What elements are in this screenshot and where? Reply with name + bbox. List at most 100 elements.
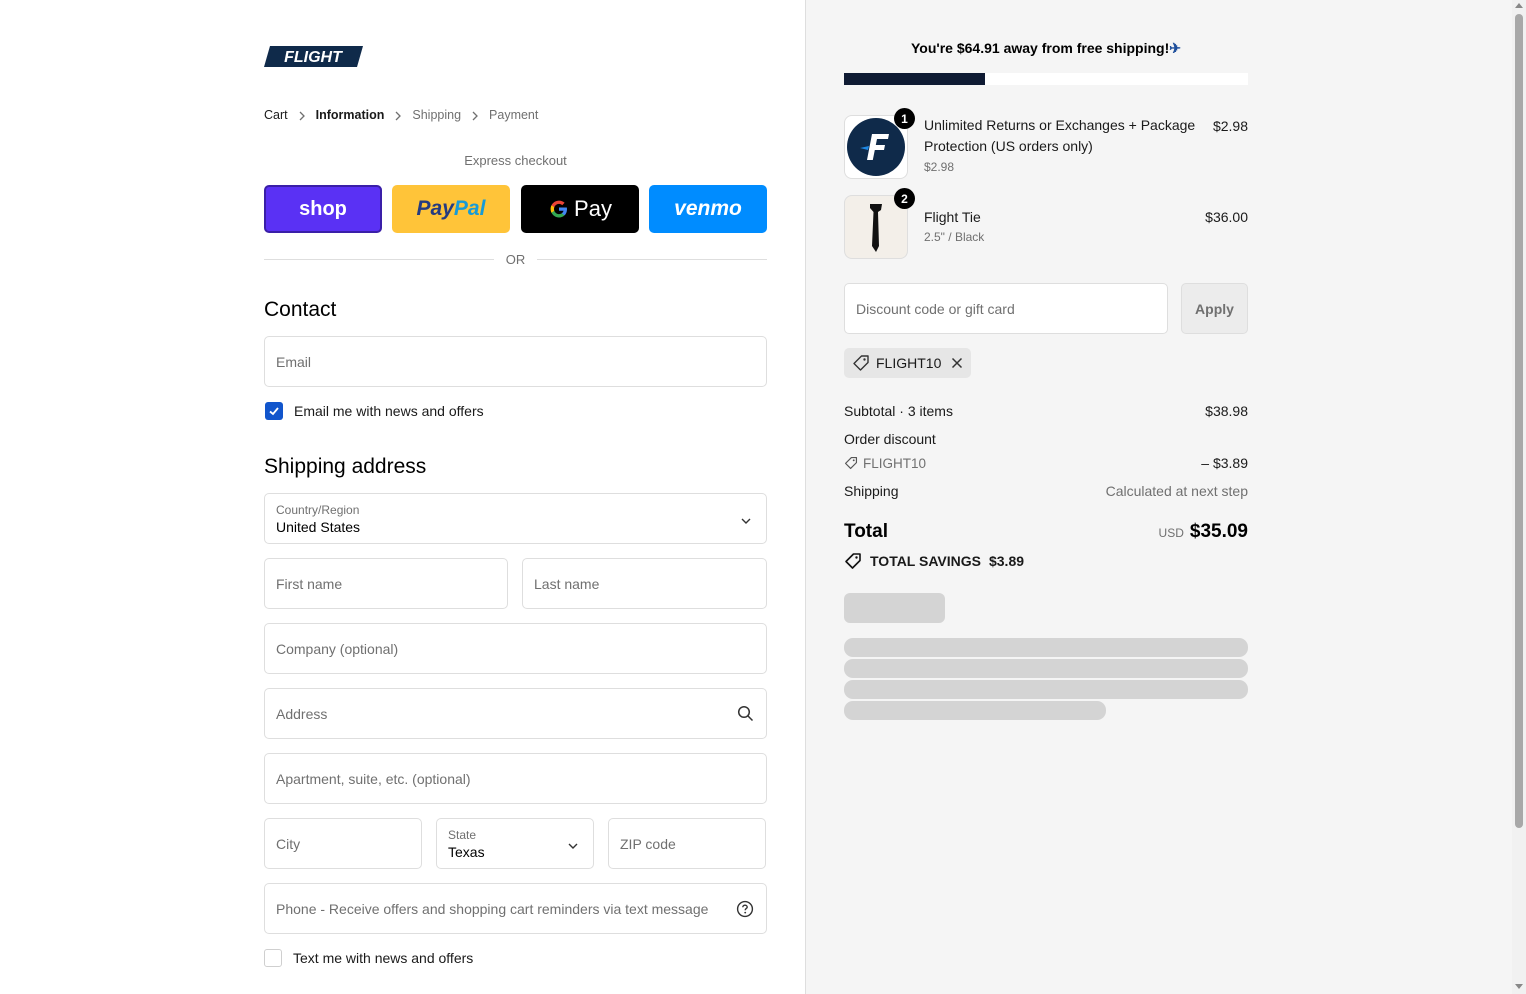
google-pay-label: Pay [574,196,612,221]
apply-discount-button[interactable]: Apply [1181,283,1248,334]
or-label: OR [505,252,526,267]
email-news-label: Email me with news and offers [294,403,484,419]
shipping-address-heading: Shipping address [264,455,427,478]
email-news-checkbox[interactable]: Email me with news and offers [265,402,484,420]
line-item: 2 Flight Tie 2.5" / Black $36.00 [844,188,1248,259]
email-field[interactable]: Email [264,336,767,387]
applied-code-label: FLIGHT10 [876,355,942,371]
item-name: Unlimited Returns or Exchanges + Package… [924,117,1196,154]
flight-logo[interactable]: FLIGHT [264,46,363,67]
chevron-right-icon [384,108,412,122]
zip-field[interactable]: ZIP code [608,818,766,869]
item-thumbnail: 1 [844,108,915,179]
quantity-badge: 1 [894,108,915,129]
discount-placeholder: Discount code or gift card [856,301,1015,317]
address-field[interactable]: Address [264,688,767,739]
tag-icon [852,354,870,372]
savings-value: $3.89 [988,553,1025,569]
phone-field[interactable]: Phone - Receive offers and shopping cart… [264,883,767,934]
google-g-icon [550,200,568,218]
quantity-badge: 2 [894,188,915,209]
first-name-field[interactable]: First name [264,558,508,609]
free-shipping-message: You're $64.91 away from free shipping!✈ [844,40,1248,57]
google-pay-button[interactable]: Pay [521,185,639,233]
paypal-label-pal: Pal [453,197,486,220]
progress-fill [844,73,986,85]
breadcrumb-cart[interactable]: Cart [264,108,288,122]
checkbox-unchecked-icon [264,949,282,967]
loading-skeleton [844,701,1106,720]
total-currency: USD [1158,526,1184,540]
page-scrollbar[interactable] [1512,0,1526,994]
subtotal-label: Subtotal · 3 items [844,403,953,419]
last-name-placeholder: Last name [534,576,600,592]
savings-label: TOTAL SAVINGS [870,553,981,569]
breadcrumb: Cart Information Shipping Payment [264,108,538,122]
discount-code-input[interactable]: Discount code or gift card [844,283,1168,334]
subtotal-value: $38.98 [1205,403,1248,419]
city-placeholder: City [276,836,301,852]
total-row: Total USD $35.09 [844,521,1248,543]
last-name-field[interactable]: Last name [522,558,767,609]
search-icon [737,705,754,725]
company-field[interactable]: Company (optional) [264,623,767,674]
remove-discount-icon[interactable] [951,357,963,369]
state-select[interactable]: State Texas [436,818,594,869]
free-shipping-text: You're $64.91 away from free shipping! [911,40,1170,56]
shop-pay-button[interactable]: shop [264,185,382,233]
shipping-label: Shipping [844,483,899,499]
state-value: Texas [448,844,485,860]
subtotal-row: Subtotal · 3 items $38.98 [844,403,1248,419]
breadcrumb-information: Information [315,108,385,122]
country-value: United States [276,519,361,535]
venmo-label: venmo [674,197,742,220]
scroll-up-arrow-icon[interactable] [1515,3,1523,8]
shop-pay-label: shop [299,197,347,220]
country-label: Country/Region [276,503,360,517]
breadcrumb-shipping: Shipping [412,108,462,122]
checkbox-checked-icon [265,402,283,420]
loading-skeleton [844,593,945,623]
tag-icon [844,456,858,470]
shipping-row: Shipping Calculated at next step [844,483,1248,499]
scroll-down-arrow-icon[interactable] [1515,984,1523,989]
chevron-down-icon [740,513,752,529]
chevron-right-icon [288,108,316,122]
country-select[interactable]: Country/Region United States [264,493,767,544]
state-label: State [448,828,477,842]
city-field[interactable]: City [264,818,422,869]
total-label: Total [844,521,888,542]
zip-placeholder: ZIP code [620,836,676,852]
logo-text: FLIGHT [284,49,343,66]
order-discount-value: – $3.89 [1201,455,1248,471]
shipping-value: Calculated at next step [1105,483,1248,499]
breadcrumb-payment: Payment [489,108,539,122]
scrollbar-thumb[interactable] [1515,14,1523,828]
item-price: $36.00 [1205,209,1248,225]
line-item: 1 Unlimited Returns or Exchanges + Packa… [844,108,1248,179]
text-news-label: Text me with news and offers [293,950,474,966]
free-shipping-progress-bar [844,73,1248,85]
airplane-icon: ✈ [1169,40,1181,56]
apartment-placeholder: Apartment, suite, etc. (optional) [276,771,471,787]
first-name-placeholder: First name [276,576,343,592]
apartment-field[interactable]: Apartment, suite, etc. (optional) [264,753,767,804]
help-circle-icon[interactable] [736,900,754,921]
item-thumbnail: 2 [844,188,915,259]
text-news-checkbox[interactable]: Text me with news and offers [264,949,473,967]
chevron-down-icon [567,838,579,854]
or-divider: OR [264,252,767,267]
loading-skeleton [844,638,1248,657]
contact-heading: Contact [264,298,337,321]
paypal-button[interactable]: Pay Pal [392,185,510,233]
paypal-label-pay: Pay [416,197,454,220]
item-subtitle: 2.5" / Black [924,230,985,244]
total-savings: TOTAL SAVINGS $3.89 [844,552,1024,570]
item-subtitle: $2.98 [924,160,955,174]
venmo-button[interactable]: venmo [649,185,767,233]
phone-placeholder: Phone - Receive offers and shopping cart… [276,901,709,917]
total-value: $35.09 [1189,521,1248,542]
express-checkout-title: Express checkout [464,153,567,168]
item-price: $2.98 [1212,118,1248,134]
order-discount-code: FLIGHT10 [863,455,927,471]
